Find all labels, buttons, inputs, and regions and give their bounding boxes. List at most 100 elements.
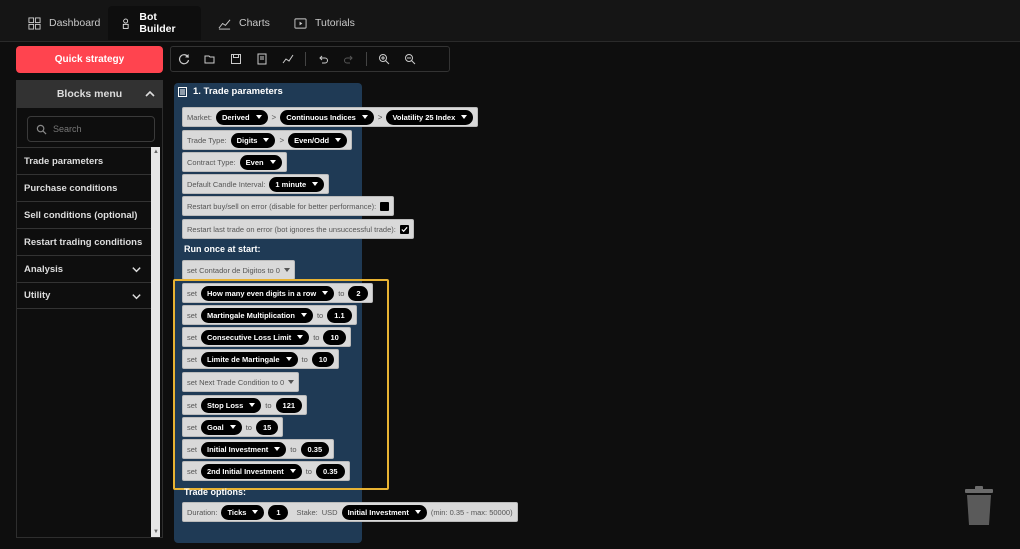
tutorials-icon [294,17,307,29]
tab-bot-builder-label: Bot Builder [139,11,176,35]
market-dropdown[interactable]: Derived [216,109,268,125]
contract-type-label: Contract Type: [187,157,236,167]
restart-last-checkbox[interactable] [399,224,409,234]
menu-item-restart-trading-conditions[interactable]: Restart trading conditions [17,228,152,255]
tab-dashboard-label: Dashboard [49,17,101,29]
currency-label: USD [321,507,338,517]
menu-item-label: Trade parameters [24,155,104,167]
menu-item-utility[interactable]: Utility [17,282,152,309]
duration-unit-dropdown[interactable]: Ticks [221,504,265,520]
tab-dashboard[interactable]: Dashboard [16,6,112,40]
tab-tutorials-label: Tutorials [315,17,355,29]
menu-item-label: Purchase conditions [24,182,118,194]
separator: > [377,112,383,122]
tab-charts[interactable]: Charts [206,6,282,40]
search-icon [36,124,47,135]
set-statement-text: set Contador de Digitos to 0 [187,265,280,275]
restart-buy-checkbox[interactable] [380,201,390,211]
caret-down-icon[interactable] [283,268,290,272]
scroll-up-icon[interactable]: ▲ [153,149,159,155]
blocks-menu: Search Trade parameters Purchase conditi… [16,108,163,538]
redo-icon [344,55,353,64]
stake-variable-dropdown[interactable]: Initial Investment [341,504,427,520]
blocks-menu-header[interactable]: Blocks menu [16,80,163,108]
scrollbar[interactable]: ▲ ▼ [151,147,160,537]
duration-label: Duration: [187,507,218,517]
checkmark-icon [401,226,408,232]
chart-icon [218,18,231,30]
menu-item-label: Restart trading conditions [24,236,143,248]
dropdown-value: 1 minute [275,179,307,189]
open-button[interactable] [197,47,223,71]
tab-bot-builder[interactable]: Bot Builder [108,6,201,40]
line-chart-icon [282,54,294,64]
zoom-out-icon [405,54,416,65]
contract-type-dropdown[interactable]: Even [239,154,282,170]
menu-item-sell-conditions[interactable]: Sell conditions (optional) [17,201,152,228]
trade-type-row: Trade Type: Digits > Even/Odd [182,130,353,150]
undo-icon [319,55,328,64]
menu-item-analysis[interactable]: Analysis [17,255,152,282]
reset-button[interactable] [171,47,197,71]
caret-down-icon [255,115,262,119]
save-button[interactable] [223,47,249,71]
trade-options-row: Duration: Ticks 1 Stake: USD Initial Inv… [182,502,518,522]
stake-label: Stake: [296,507,318,517]
dropdown-value: Ticks [227,507,247,517]
left-panel: Quick strategy Blocks menu Search Trade … [0,42,170,549]
toolbar-divider [366,52,367,66]
chevron-down-icon [132,294,141,300]
dropdown-value: Digits [236,135,258,145]
dropdown-value: Volatility 25 Index [392,112,456,122]
dropdown-value: Derived [222,112,250,122]
zoom-in-button[interactable] [371,47,397,71]
restart-last-row: Restart last trade on error (bot ignores… [182,219,414,239]
zoom-in-icon [379,54,390,65]
tab-charts-label: Charts [239,17,270,29]
candle-interval-dropdown[interactable]: 1 minute [269,176,325,192]
separator: > [271,112,277,122]
duration-input[interactable]: 1 [268,504,289,520]
caret-down-icon [252,510,259,514]
search-placeholder: Search [53,124,82,134]
tab-tutorials[interactable]: Tutorials [282,6,367,40]
redo-button[interactable] [336,47,362,71]
document-icon [257,53,267,65]
caret-down-icon [335,138,342,142]
submarket-dropdown[interactable]: Continuous Indices [280,109,374,125]
caret-down-icon [414,510,421,514]
chevron-up-icon[interactable] [144,88,156,100]
chart-button[interactable] [275,47,301,71]
zoom-out-button[interactable] [397,47,423,71]
market-row: Market: Derived > Continuous Indices > V… [182,107,479,127]
block-title-text: 1. Trade parameters [193,86,283,97]
menu-item-purchase-conditions[interactable]: Purchase conditions [17,174,152,201]
undo-button[interactable] [310,47,336,71]
contract-type-row: Contract Type: Even [182,152,287,172]
dropdown-value: Even/Odd [294,135,330,145]
caret-down-icon [312,182,319,186]
caret-down-icon [461,115,468,119]
trade-category-dropdown[interactable]: Digits [230,132,276,148]
stake-range-text: (min: 0.35 - max: 50000) [430,507,513,517]
blocks-menu-title: Blocks menu [56,88,123,100]
menu-item-trade-parameters[interactable]: Trade parameters [17,147,152,174]
scroll-down-icon[interactable]: ▼ [153,529,159,535]
symbol-dropdown[interactable]: Volatility 25 Index [386,109,474,125]
trade-type-dropdown[interactable]: Even/Odd [288,132,348,148]
refresh-icon [178,54,190,65]
search-input[interactable]: Search [27,116,155,142]
top-navigation: Dashboard Bot Builder Charts Tutorials [0,0,1020,42]
bot-builder-icon [122,18,129,29]
toolbar-divider [305,52,306,66]
dropdown-value: Continuous Indices [286,112,356,122]
quick-strategy-button[interactable]: Quick strategy [16,46,163,73]
set-contador-row[interactable]: set Contador de Digitos to 0 [182,260,295,280]
caret-down-icon [361,115,368,119]
import-button[interactable] [249,47,275,71]
trash-icon[interactable] [963,485,995,527]
separator: > [279,135,285,145]
trade-options-label: Trade options: [184,487,247,497]
run-once-label: Run once at start: [184,244,261,254]
block-title: 1. Trade parameters [178,86,283,97]
